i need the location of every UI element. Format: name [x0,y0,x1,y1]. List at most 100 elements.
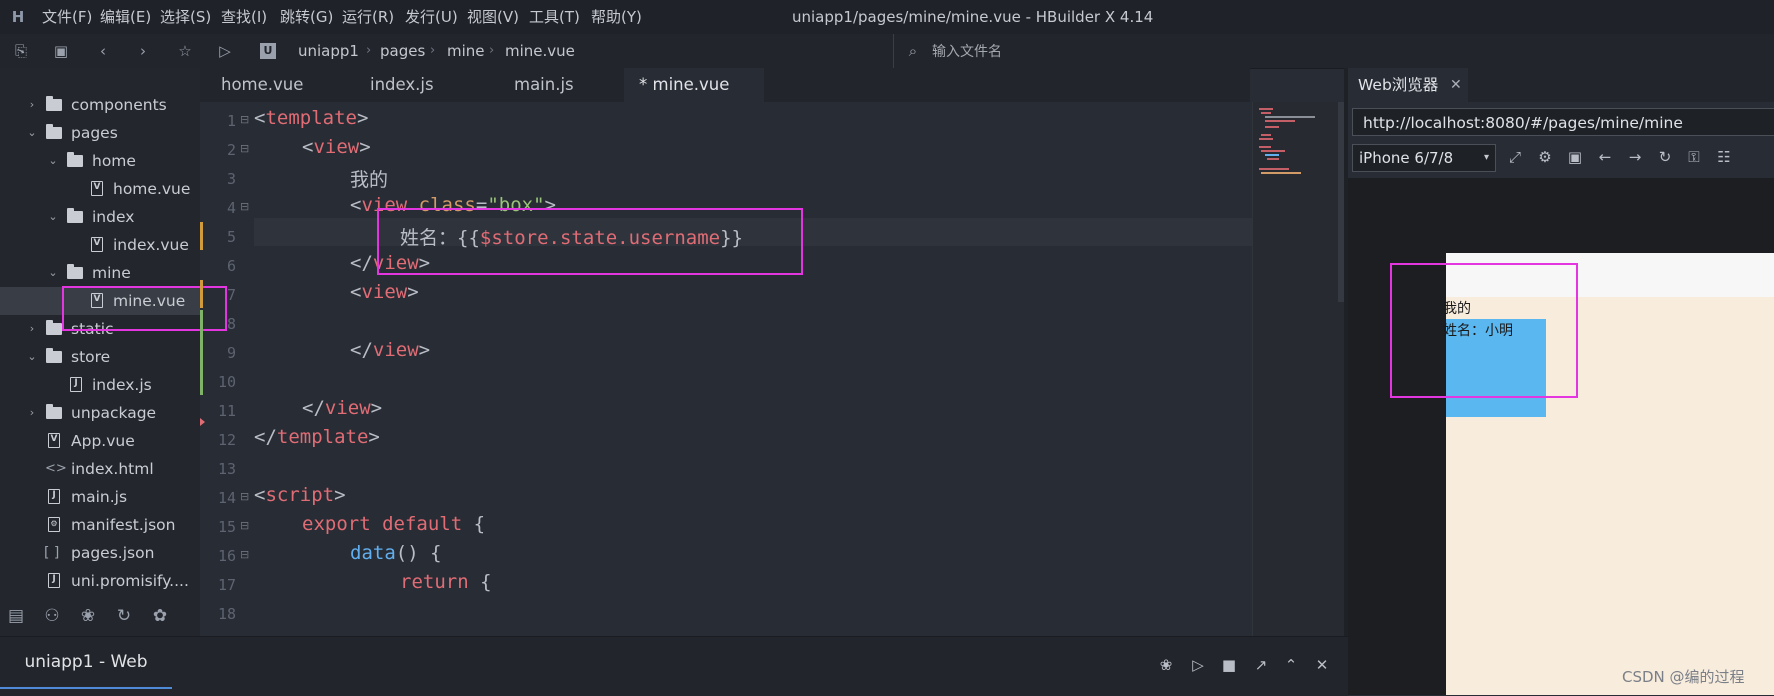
qrcode-icon[interactable]: ☷ [1714,147,1734,167]
tree-item-uni-promisify[interactable]: J uni.promisify.... [0,567,200,595]
tree-item-home-vue[interactable]: V home.vue [0,175,200,203]
chevron-right-icon[interactable]: › [26,399,38,427]
breadcrumb-item[interactable]: mine.vue [505,34,575,68]
console-icon[interactable]: ▣ [1565,147,1585,167]
line-number: 4 [226,199,236,217]
menu-select[interactable]: 选择(S) [160,0,211,34]
html-file-icon: <> [45,461,67,476]
run-icon[interactable]: ▷ [1188,655,1208,675]
menu-help[interactable]: 帮助(Y) [591,0,642,34]
caret-down-icon: ▾ [1483,152,1489,163]
settings-icon[interactable]: ⚙ [1535,147,1555,167]
menu-run[interactable]: 运行(R) [342,0,394,34]
tree-item-store-index-js[interactable]: J index.js [0,371,200,399]
arrow-right-icon[interactable]: → [1625,147,1645,167]
tab-main-js[interactable]: main.js [484,68,622,102]
folder-open-icon [46,124,62,139]
minimap[interactable] [1252,102,1345,636]
menu-tools[interactable]: 工具(T) [529,0,580,34]
code-tag: template [276,426,369,448]
tab-index-js[interactable]: index.js [342,68,480,102]
tree-item-index-html[interactable]: <> index.html [0,455,200,483]
code-keyword: default [382,513,463,535]
tree-item-index-vue[interactable]: V index.vue [0,231,200,259]
tree-item-components[interactable]: › components [0,91,200,119]
fold-icon[interactable]: ⊟ [240,548,250,561]
menu-edit[interactable]: 编辑(E) [100,0,151,34]
tree-item-pages-json[interactable]: [ ] pages.json [0,539,200,567]
new-file-icon[interactable]: ⎘ [12,42,30,60]
folder-open-icon [67,208,83,223]
reload-icon[interactable]: ↻ [1655,147,1675,167]
url-bar [1352,108,1774,136]
palette-icon[interactable]: ✿ [149,606,171,626]
save-icon[interactable]: ▣ [52,42,70,60]
tree-item-index[interactable]: ⌄ index [0,203,200,231]
toolbar: ⎘ ▣ ‹ › ☆ ▷ U uniapp1 › pages › mine › m… [0,34,1774,69]
breadcrumb-item[interactable]: pages [380,34,425,68]
chevron-up-icon[interactable]: ⌃ [1281,655,1301,675]
clear-icon[interactable]: ✕ [1312,655,1332,675]
chevron-down-icon[interactable]: ⌄ [47,147,59,175]
chevron-down-icon[interactable]: ⌄ [26,343,38,371]
close-icon[interactable]: ✕ [1450,68,1462,102]
tree-item-store[interactable]: ⌄ store [0,343,200,371]
back-icon[interactable]: ‹ [94,42,112,60]
menu-file[interactable]: 文件(F) [42,0,92,34]
line-number: 6 [226,257,236,275]
tree-item-unpackage[interactable]: › unpackage [0,399,200,427]
code-function: data [350,542,396,564]
arrow-left-icon[interactable]: ← [1595,147,1615,167]
star-icon[interactable]: ☆ [176,42,194,60]
folder-icon [46,96,62,111]
tree-item-pages[interactable]: ⌄ pages [0,119,200,147]
code-editor[interactable]: 1 2 3 4 5 6 7 8 9 10 11 12 13 14 15 16 1… [200,102,1250,636]
tree-item-manifest-json[interactable]: ⚙ manifest.json [0,511,200,539]
fold-icon[interactable]: ⊟ [240,142,250,155]
tree-item-mine[interactable]: ⌄ mine [0,259,200,287]
debug-icon[interactable]: ❀ [1156,655,1176,675]
lock-icon[interactable]: ⚿ [1684,147,1704,167]
menu-find[interactable]: 查找(I) [221,0,267,34]
binoculars-icon[interactable]: ⚇ [41,606,63,626]
tree-item-app-vue[interactable]: V App.vue [0,427,200,455]
stop-icon[interactable]: ■ [1219,655,1239,675]
breadcrumb-separator-icon: › [430,43,436,58]
code-text: { [480,571,492,593]
tab-mine-vue[interactable]: * mine.vue [624,68,764,102]
fold-icon[interactable]: ⊟ [240,490,250,503]
rotate-device-icon[interactable]: ⤢ [1505,147,1525,167]
breadcrumb-item[interactable]: uniapp1 [298,34,359,68]
gutter-deleted-mark [200,418,205,426]
url-input[interactable] [1361,111,1774,135]
refresh-plugin-icon[interactable]: ↻ [113,606,135,626]
fold-icon[interactable]: ⊟ [240,113,250,126]
file-search-input[interactable] [930,40,1334,64]
breadcrumb-item[interactable]: mine [447,34,485,68]
chevron-right-icon[interactable]: › [26,91,38,119]
tab-console[interactable]: uniapp1 - Web [0,637,172,689]
tab-web-browser[interactable]: Web浏览器 ✕ [1348,68,1468,102]
run-icon[interactable]: ▷ [216,42,234,60]
chevron-down-icon[interactable]: ⌄ [47,259,59,287]
tree-item-home[interactable]: ⌄ home [0,147,200,175]
tab-home-vue[interactable]: home.vue [200,68,338,102]
menu-publish[interactable]: 发行(U) [405,0,458,34]
menu-view[interactable]: 视图(V) [467,0,519,34]
tree-item-main-js[interactable]: J main.js [0,483,200,511]
menu-goto[interactable]: 跳转(G) [280,0,333,34]
chevron-down-icon[interactable]: ⌄ [47,203,59,231]
settings-file-icon: ⚙ [48,517,60,532]
chevron-right-icon[interactable]: › [26,315,38,343]
open-external-icon[interactable]: ↗ [1251,655,1271,675]
code-keyword: return [400,571,469,593]
minimap-line [1265,116,1315,118]
device-select[interactable]: iPhone 6/7/8 ▾ [1352,144,1496,172]
forward-icon[interactable]: › [134,42,152,60]
fold-icon[interactable]: ⊟ [240,519,250,532]
js-file-icon: J [48,573,60,588]
fold-icon[interactable]: ⊟ [240,200,250,213]
chevron-down-icon[interactable]: ⌄ [26,119,38,147]
bug-icon[interactable]: ❀ [77,606,99,626]
project-manager-icon[interactable]: ▤ [5,606,27,626]
